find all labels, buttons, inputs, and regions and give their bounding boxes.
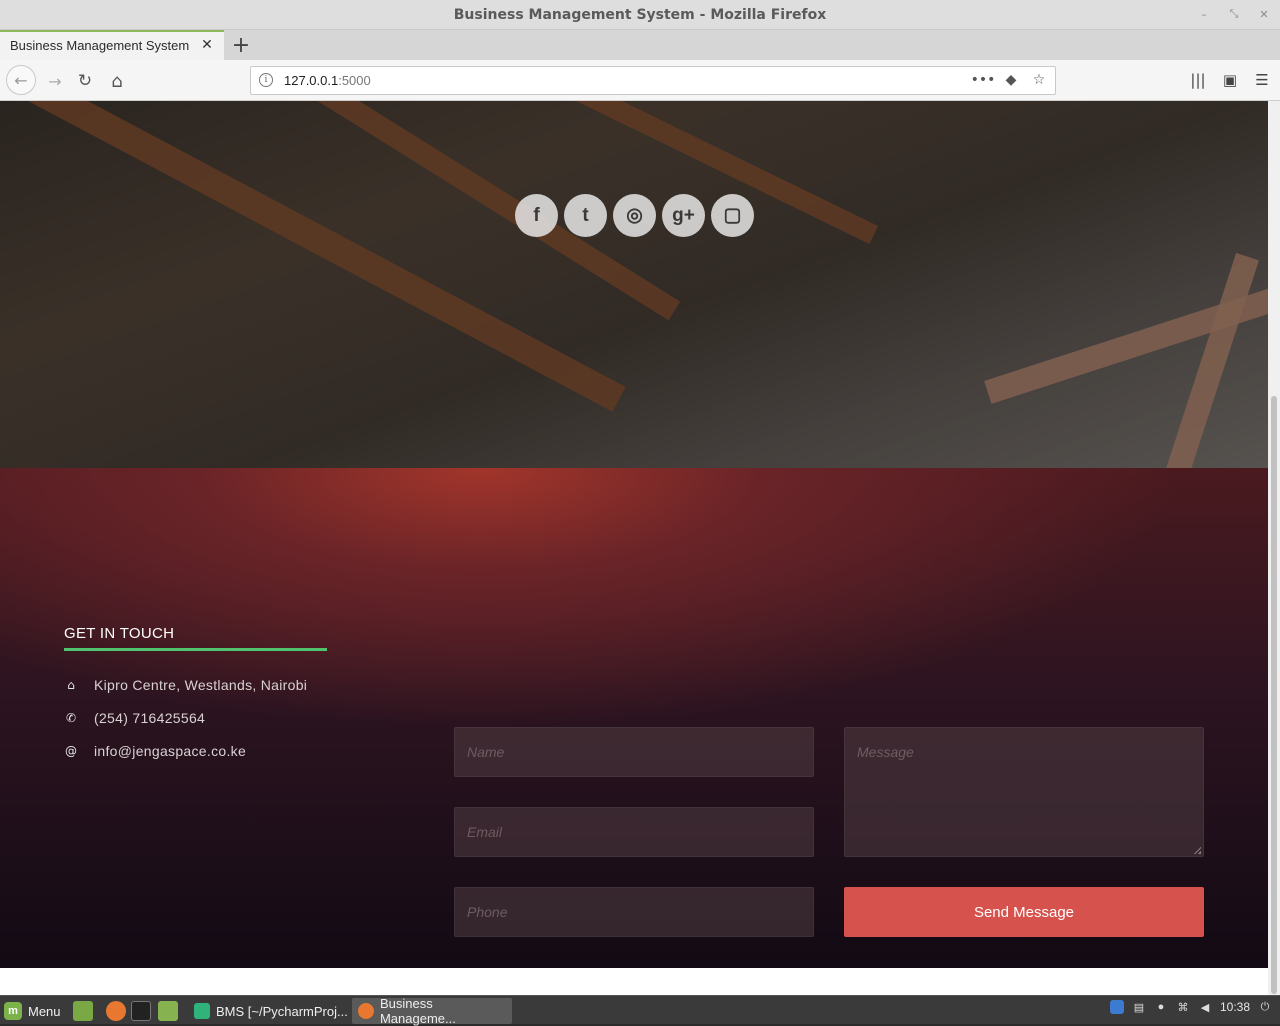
url-host: 127.0.0.1: [284, 73, 339, 88]
page-bottom-strip: [0, 968, 1268, 995]
clock[interactable]: 10:38: [1220, 1000, 1250, 1014]
dribbble-icon[interactable]: ◎: [613, 194, 656, 237]
phone-input[interactable]: Phone: [454, 887, 814, 937]
address-text: Kipro Centre, Westlands, Nairobi: [94, 677, 308, 693]
page-viewport: f t ◎ g+ ▢ GET IN TOUCH ⌂ Kipro Centre, …: [0, 101, 1268, 968]
pycharm-icon: [194, 1003, 210, 1019]
url-bar[interactable]: i 127.0.0.1:5000 ••• ◆ ☆: [250, 66, 1056, 95]
instagram-icon[interactable]: ▢: [711, 194, 754, 237]
url-actions: ••• ◆ ☆: [971, 70, 1049, 90]
phone-item: ✆ (254) 716425564: [64, 710, 205, 726]
phone-text: (254) 716425564: [94, 710, 206, 726]
tab-label: Business Management System: [10, 38, 190, 53]
mint-logo-icon: m: [4, 1002, 22, 1020]
terminal-launcher-icon[interactable]: [131, 1001, 151, 1021]
close-window-icon[interactable]: ✕: [1258, 4, 1270, 24]
page-actions-icon[interactable]: •••: [971, 70, 996, 90]
sidebar-icon[interactable]: ▣: [1218, 68, 1242, 92]
email-input[interactable]: Email: [454, 807, 814, 857]
google-plus-icon[interactable]: g+: [662, 194, 705, 237]
library-icon[interactable]: |||: [1186, 68, 1210, 92]
task-label: BMS [~/PycharmProj...: [216, 1003, 348, 1019]
email-item: @ info@jengaspace.co.ke: [64, 743, 246, 759]
message-textarea[interactable]: Message: [844, 727, 1204, 857]
files-launcher-icon[interactable]: [158, 1001, 178, 1021]
social-links: f t ◎ g+ ▢: [515, 194, 754, 237]
new-tab-button[interactable]: +: [228, 32, 254, 58]
task-label: Business Manageme...: [379, 996, 456, 1026]
system-tray: ▤ ● ⌘ ◀ 10:38 ⏻: [1109, 1000, 1272, 1014]
name-input[interactable]: Name: [454, 727, 814, 777]
user-icon[interactable]: ●: [1154, 1000, 1168, 1014]
firefox-icon: [358, 1003, 374, 1019]
site-info-icon[interactable]: i: [259, 73, 273, 87]
phone-icon: ✆: [65, 711, 77, 725]
window-controls: – ⤡ ✕: [1198, 4, 1270, 24]
page-scrollbar[interactable]: [1268, 101, 1280, 995]
nav-toolbar: ← → ↻ ⌂ i 127.0.0.1:5000 ••• ◆ ☆ ||| ▣ ☰: [0, 60, 1280, 101]
menu-label: Menu: [28, 1003, 61, 1019]
tab-strip: Business Management System ✕ +: [0, 30, 1280, 60]
tab-close-icon[interactable]: ✕: [198, 36, 216, 54]
tab-business-management-system[interactable]: Business Management System ✕: [0, 30, 224, 60]
pocket-icon[interactable]: ◆: [1001, 70, 1021, 90]
reload-button[interactable]: ↻: [72, 68, 98, 94]
volume-icon[interactable]: ◀: [1198, 1000, 1212, 1014]
message-placeholder: Message: [857, 744, 914, 760]
bookmark-star-icon[interactable]: ☆: [1029, 70, 1049, 90]
network-icon[interactable]: ⌘: [1176, 1000, 1190, 1014]
toolbar-right: ||| ▣ ☰: [1186, 68, 1274, 92]
at-icon: @: [65, 744, 77, 758]
url-port: :5000: [338, 73, 371, 88]
os-taskbar: m Menu BMS [~/PycharmProj... Business Ma…: [0, 995, 1280, 1026]
clipboard-icon[interactable]: ▤: [1132, 1000, 1146, 1014]
hamburger-menu-icon[interactable]: ☰: [1250, 68, 1274, 92]
get-in-touch-heading: GET IN TOUCH: [64, 625, 175, 642]
scrollbar-thumb[interactable]: [1271, 396, 1277, 994]
firefox-launcher-icon[interactable]: [106, 1001, 126, 1021]
show-desktop-icon[interactable]: [73, 1001, 93, 1021]
taskbar-task-firefox[interactable]: Business Manageme...: [352, 996, 512, 1026]
twitter-icon[interactable]: t: [564, 194, 607, 237]
home-icon: ⌂: [67, 678, 75, 692]
shield-icon[interactable]: [1109, 1000, 1124, 1014]
email-text: info@jengaspace.co.ke: [94, 743, 247, 759]
power-icon[interactable]: ⏻: [1258, 1000, 1272, 1014]
window-title: Business Management System - Mozilla Fir…: [453, 7, 827, 23]
taskbar-task-pycharm[interactable]: BMS [~/PycharmProj...: [188, 998, 348, 1024]
bg-shade: [0, 101, 1268, 468]
restore-icon[interactable]: ⤡: [1228, 4, 1240, 24]
forward-button[interactable]: →: [42, 68, 68, 94]
hero-section: f t ◎ g+ ▢: [0, 101, 1268, 468]
window-titlebar: Business Management System - Mozilla Fir…: [0, 0, 1280, 30]
heading-underline: [64, 648, 327, 651]
resize-grip-icon[interactable]: [1193, 846, 1201, 854]
back-button[interactable]: ←: [6, 65, 36, 95]
start-menu-button[interactable]: m Menu: [4, 1000, 61, 1022]
address-item: ⌂ Kipro Centre, Westlands, Nairobi: [64, 677, 307, 693]
contact-section: GET IN TOUCH ⌂ Kipro Centre, Westlands, …: [0, 468, 1268, 968]
minimize-icon[interactable]: –: [1198, 4, 1210, 24]
facebook-icon[interactable]: f: [515, 194, 558, 237]
home-button[interactable]: ⌂: [104, 68, 130, 94]
url-text[interactable]: 127.0.0.1:5000: [284, 73, 371, 88]
send-message-button[interactable]: Send Message: [844, 887, 1204, 937]
